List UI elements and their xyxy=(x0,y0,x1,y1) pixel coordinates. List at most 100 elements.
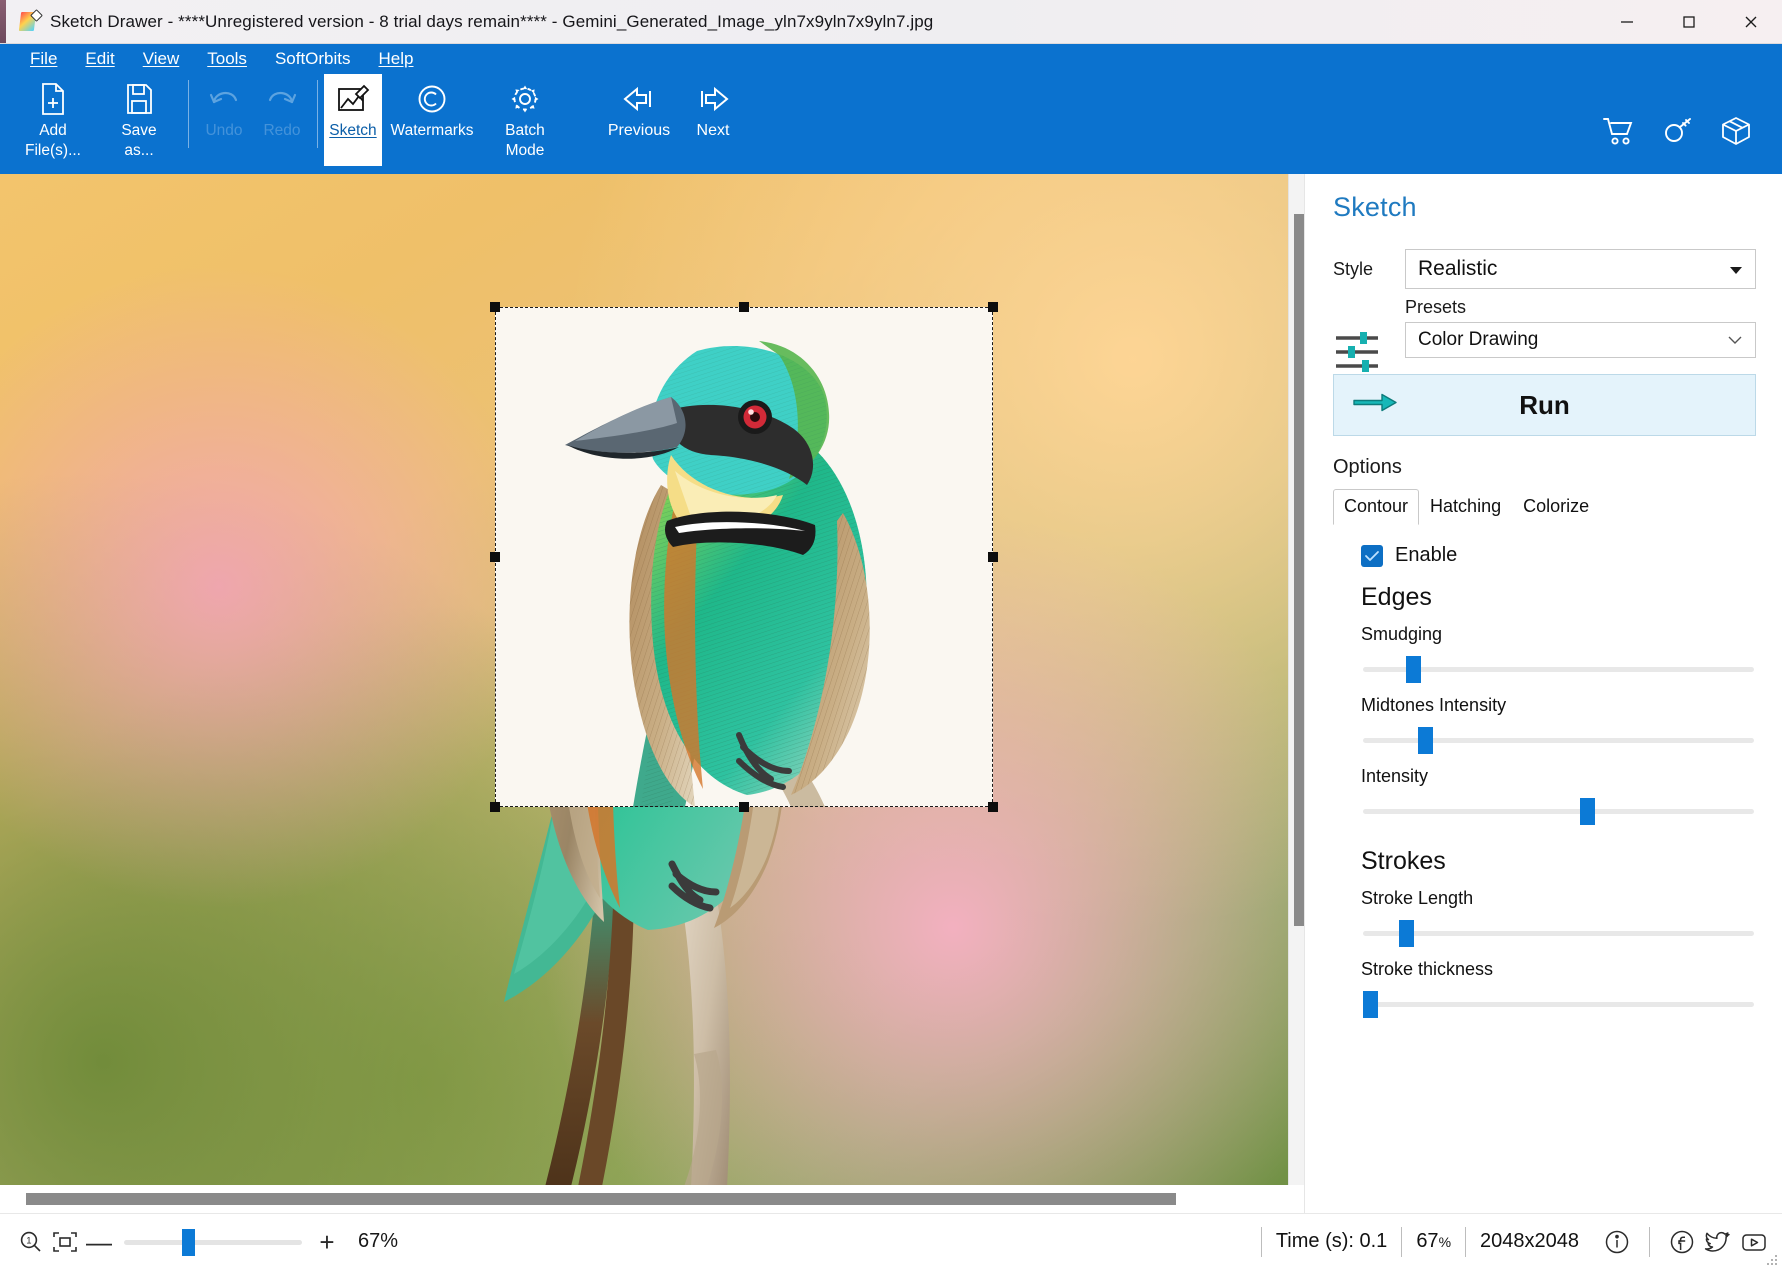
zoom-out-button[interactable]: — xyxy=(82,1225,116,1259)
zoom-slider-track xyxy=(124,1239,302,1245)
toolbar-watermarks[interactable]: Watermarks xyxy=(382,74,482,166)
stroke-thickness-slider-knob[interactable] xyxy=(1362,991,1378,1018)
tab-contour[interactable]: Contour xyxy=(1333,489,1420,525)
toolbar-next-label: Next xyxy=(696,122,730,139)
smudging-slider-track xyxy=(1363,667,1754,672)
menu-view-label: View xyxy=(142,49,180,68)
chevron-down-icon xyxy=(1729,257,1743,281)
presets-value: Color Drawing xyxy=(1418,329,1539,350)
minimize-button[interactable] xyxy=(1596,0,1658,44)
run-button[interactable]: Run xyxy=(1333,374,1756,436)
menu-softorbits[interactable]: SoftOrbits xyxy=(261,47,365,71)
toolbar-watermarks-label: Watermarks xyxy=(390,122,474,139)
toolbar-next[interactable]: Next xyxy=(676,74,750,166)
facebook-icon[interactable] xyxy=(1664,1224,1700,1260)
menu-bar: File Edit View Tools SoftOrbits Help xyxy=(0,44,1782,74)
stroke-thickness-slider[interactable] xyxy=(1361,990,1756,1018)
tab-hatching[interactable]: Hatching xyxy=(1419,489,1512,525)
fit-to-screen-icon[interactable] xyxy=(48,1225,82,1259)
key-icon[interactable] xyxy=(1662,115,1694,152)
resize-grip[interactable] xyxy=(1766,1253,1778,1265)
canvas-vertical-scrollbar[interactable] xyxy=(1288,174,1304,1185)
copyright-icon xyxy=(416,78,448,120)
menu-help[interactable]: Help xyxy=(365,47,428,71)
canvas-horizontal-scroll-thumb[interactable] xyxy=(26,1193,1176,1205)
toolbar-add-files[interactable]: Add File(s)... xyxy=(10,74,96,166)
intensity-label: Intensity xyxy=(1361,766,1429,786)
ribbon: File Edit View Tools SoftOrbits Help Add… xyxy=(0,44,1782,174)
toolbar-redo[interactable]: Redo xyxy=(253,74,311,166)
zoom-slider[interactable] xyxy=(124,1227,302,1257)
menu-tools-label: Tools xyxy=(207,49,247,68)
menu-view[interactable]: View xyxy=(129,47,194,71)
canvas-vertical-scroll-thumb[interactable] xyxy=(1294,214,1304,926)
menu-edit-label: Edit xyxy=(85,49,115,68)
intensity-slider[interactable] xyxy=(1361,797,1756,825)
selection-handle-bottom-right[interactable] xyxy=(988,802,998,812)
canvas-viewport[interactable] xyxy=(0,174,1304,1185)
tool-strip: Add File(s)... Save as... Undo Redo Sket… xyxy=(0,74,1782,174)
selection-handle-top-right[interactable] xyxy=(988,302,998,312)
selection-handle-top-left[interactable] xyxy=(490,302,500,312)
zoom-in-button[interactable]: + xyxy=(310,1225,344,1259)
checkbox-checked-icon[interactable] xyxy=(1361,544,1383,567)
toolbar-sketch[interactable]: Sketch xyxy=(324,74,382,166)
style-select[interactable]: Realistic xyxy=(1405,249,1756,289)
smudging-slider-knob[interactable] xyxy=(1406,656,1422,683)
stroke-length-label: Stroke Length xyxy=(1361,888,1474,908)
magnifier-one-icon[interactable]: 1 xyxy=(14,1225,48,1259)
menu-edit[interactable]: Edit xyxy=(71,47,128,71)
menu-file[interactable]: File xyxy=(16,47,71,71)
twitter-bird-icon[interactable] xyxy=(1700,1224,1736,1260)
contour-options-body: Enable Edges Smudging Midtones Intensity… xyxy=(1333,526,1756,1018)
sliders-settings-icon xyxy=(1333,329,1381,375)
selection-handle-bottom-center[interactable] xyxy=(739,802,749,812)
presets-label: Presets xyxy=(1405,297,1467,317)
toolbar-redo-label: Redo xyxy=(263,122,301,139)
stroke-length-slider[interactable] xyxy=(1361,919,1756,947)
enable-label: Enable xyxy=(1395,544,1458,566)
toolbar-previous[interactable]: Previous xyxy=(602,74,676,166)
sketch-panel: Sketch Style Realistic Presets Color Dra… xyxy=(1304,174,1782,1213)
stroke-length-slider-knob[interactable] xyxy=(1398,920,1414,947)
toolbar-batch-mode[interactable]: Batch Mode xyxy=(482,74,568,166)
toolbar-add-files-label-1: Add xyxy=(39,122,67,139)
maximize-button[interactable] xyxy=(1658,0,1720,44)
app-window: Sketch Drawer - ****Unregistered version… xyxy=(0,0,1782,1269)
toolbar-separator-1 xyxy=(188,80,189,148)
intensity-slider-track xyxy=(1363,809,1754,814)
main-body: Sketch Style Realistic Presets Color Dra… xyxy=(0,174,1782,1213)
toolbar-save-as[interactable]: Save as... xyxy=(96,74,182,166)
selection-handle-bottom-left[interactable] xyxy=(490,802,500,812)
window-title: Sketch Drawer - ****Unregistered version… xyxy=(50,11,934,31)
presets-select[interactable]: Color Drawing xyxy=(1405,322,1756,358)
info-circle-icon[interactable] xyxy=(1599,1224,1635,1260)
canvas-horizontal-scrollbar[interactable] xyxy=(0,1185,1304,1213)
enable-checkbox-row[interactable]: Enable xyxy=(1361,544,1756,567)
floppy-disk-icon xyxy=(124,78,154,120)
style-value: Realistic xyxy=(1418,257,1498,280)
smudging-slider[interactable] xyxy=(1361,655,1756,683)
style-row: Style Realistic xyxy=(1333,249,1756,289)
shopping-cart-icon[interactable] xyxy=(1602,115,1636,152)
ribbon-right-icons xyxy=(1602,115,1782,174)
intensity-slider-knob[interactable] xyxy=(1580,798,1596,825)
tab-colorize[interactable]: Colorize xyxy=(1512,489,1600,525)
midtones-intensity-slider-knob[interactable] xyxy=(1418,727,1434,754)
smudging-label: Smudging xyxy=(1361,624,1443,644)
presets-block: Presets Color Drawing xyxy=(1405,297,1756,358)
close-button[interactable] xyxy=(1720,0,1782,44)
menu-tools[interactable]: Tools xyxy=(193,47,261,71)
toolbar-undo[interactable]: Undo xyxy=(195,74,253,166)
selection-handle-top-center[interactable] xyxy=(739,302,749,312)
toolbar-batch-mode-label-1: Batch xyxy=(505,122,545,139)
title-bar: Sketch Drawer - ****Unregistered version… xyxy=(0,0,1782,44)
selection-handle-middle-right[interactable] xyxy=(988,552,998,562)
midtones-intensity-slider[interactable] xyxy=(1361,726,1756,754)
sketch-preview-selection[interactable] xyxy=(490,302,998,812)
toolbar-save-as-label-2: as... xyxy=(124,142,154,159)
photo-canvas[interactable] xyxy=(0,174,1288,1185)
selection-handle-middle-left[interactable] xyxy=(490,552,500,562)
zoom-slider-knob[interactable] xyxy=(182,1228,195,1256)
box-icon[interactable] xyxy=(1720,115,1752,152)
